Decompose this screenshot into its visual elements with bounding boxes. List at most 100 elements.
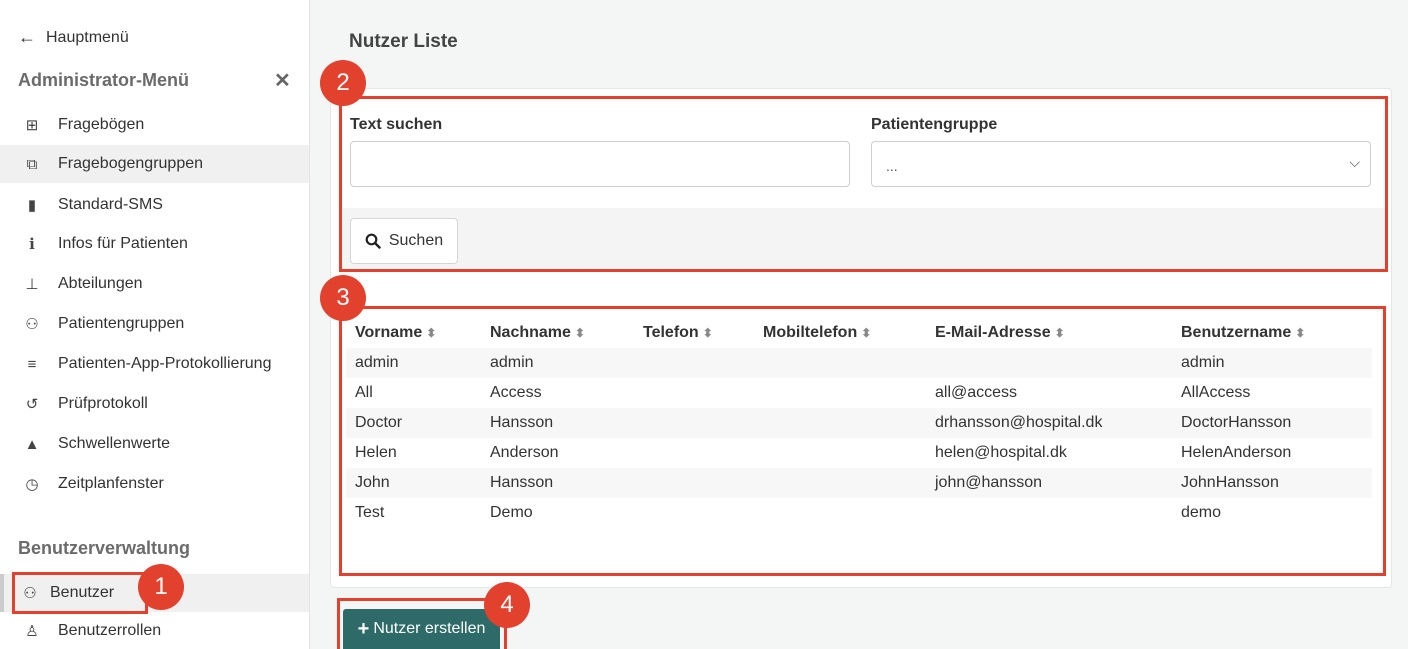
cell-email: drhansson@hospital.dk [935,414,1103,431]
column-header-vorname[interactable]: Vorname ⬍ [346,317,481,348]
org-chart-icon: ⊥ [25,276,39,293]
table-row[interactable]: John Hansson john@hansson JohnHansson [346,468,1372,498]
column-header-nachname[interactable]: Nachname ⬍ [481,317,634,348]
users-table: Vorname ⬍ Nachname ⬍ Telefon ⬍ Mobiltelefon… [346,317,1372,528]
cell-benutzername: HelenAnderson [1181,444,1292,461]
sidebar-item-label: Benutzerrollen [58,622,162,639]
cell-telefon [634,348,754,378]
sidebar-item-fragebogengruppen[interactable]: ⧉ Fragebogengruppen [0,145,309,183]
cell-telefon [634,408,754,438]
cell-mobiltelefon [754,408,926,438]
cell-nachname: Hansson [490,474,554,491]
sort-icon: ⬍ [426,325,437,340]
sidebar-item-label: Standard-SMS [58,196,163,213]
search-icon [365,233,381,249]
column-header-mobiltelefon[interactable]: Mobiltelefon ⬍ [754,317,926,348]
table-row[interactable]: All Access all@access AllAccess [346,378,1372,408]
info-icon: i [29,235,35,253]
create-user-label: Nutzer erstellen [373,620,486,637]
table-row[interactable]: Test Demo demo [346,498,1372,528]
sidebar-item-label: Abteilungen [58,275,143,292]
sidebar-item-label: Patienten-App-Protokollierung [58,355,272,372]
table-row[interactable]: admin admin admin [346,348,1372,378]
cell-nachname: Hansson [490,414,554,431]
cell-email: john@hansson [935,474,1042,491]
annotation-badge-4: 4 [484,582,530,628]
sidebar-item-patientengruppen[interactable]: ⚇ Patientengruppen [0,305,309,343]
search-text-label: Text suchen [350,116,443,133]
search-button[interactable]: Suchen [350,218,458,264]
file-plus-icon: ⊞ [25,117,39,134]
cell-mobiltelefon [754,498,926,528]
arrow-left-icon: ← [18,27,36,47]
column-header-telefon[interactable]: Telefon ⬍ [634,317,754,348]
user-role-icon: ♙ [25,623,39,640]
search-input[interactable] [350,141,850,187]
sidebar-item-zeitplanfenster[interactable]: ◷ Zeitplanfenster [0,465,309,503]
cell-benutzername: DoctorHansson [1181,414,1292,431]
cell-mobiltelefon [754,438,926,468]
sidebar-item-label: Benutzer [50,584,115,601]
cell-mobiltelefon [754,468,926,498]
sidebar-item-patienten-app-protokollierung[interactable]: ≡ Patienten-App-Protokollierung [0,345,309,383]
history-icon: ↺ [25,396,39,413]
sidebar-item-abteilungen[interactable]: ⊥ Abteilungen [0,265,309,303]
sidebar-item-label: Patientengruppen [58,315,185,332]
sidebar-item-label: Prüfprotokoll [58,395,148,412]
cell-email: all@access [935,384,1018,401]
sidebar: ← Hauptmenü Administrator-Menü ✕ ⊞ Frage… [0,0,310,649]
sidebar-item-infos-fuer-patienten[interactable]: i Infos für Patienten [0,225,309,263]
sort-icon: ⬍ [861,325,872,340]
sidebar-item-label: Zeitplanfenster [58,475,164,492]
annotation-badge-2: 2 [320,60,366,106]
user-management-title: Benutzerverwaltung [18,538,191,558]
admin-menu-title: Administrator-Menü [18,70,189,90]
list-icon: ≡ [27,355,37,373]
cell-email [926,498,1172,528]
search-button-label: Suchen [388,232,444,249]
sidebar-item-label: Fragebögen [58,116,145,133]
column-header-email[interactable]: E-Mail-Adresse ⬍ [926,317,1172,348]
search-actions-bar [341,208,1387,270]
cell-benutzername: AllAccess [1181,384,1251,401]
cell-telefon [634,498,754,528]
plus-icon: + [357,617,370,640]
table-row[interactable]: Helen Anderson helen@hospital.dk HelenAn… [346,438,1372,468]
table-row[interactable]: Doctor Hansson drhansson@hospital.dk Doc… [346,408,1372,438]
cell-telefon [634,438,754,468]
patient-group-label: Patientengruppe [871,116,998,133]
sidebar-item-standard-sms[interactable]: ▮ Standard-SMS [0,186,309,224]
cell-nachname: Demo [490,504,533,521]
cell-benutzername: JohnHansson [1181,474,1279,491]
clock-icon: ◷ [25,476,39,493]
sidebar-item-frageboegen[interactable]: ⊞ Fragebögen [0,106,309,144]
sidebar-item-benutzerrollen[interactable]: ♙ Benutzerrollen [0,612,309,649]
sidebar-item-label: Fragebogengruppen [58,155,204,172]
sort-icon: ⬍ [574,325,585,340]
cell-email: helen@hospital.dk [935,444,1067,461]
sort-icon: ⬍ [702,325,713,340]
cell-vorname: admin [355,354,399,371]
group-settings-icon: ⚇ [25,316,39,333]
annotation-badge-3: 3 [320,275,366,321]
annotation-badge-1: 1 [138,564,184,610]
chevron-down-icon: ⌵ [1349,154,1360,170]
create-user-button[interactable]: + Nutzer erstellen [343,609,500,649]
cell-telefon [634,468,754,498]
cell-nachname: Anderson [490,444,559,461]
cell-benutzername: admin [1181,354,1225,371]
sidebar-item-schwellenwerte[interactable]: ▲ Schwellenwerte [0,425,309,463]
close-icon[interactable]: ✕ [274,68,291,93]
back-label: Hauptmenü [46,28,129,46]
sidebar-item-pruefprotokoll[interactable]: ↺ Prüfprotokoll [0,385,309,423]
cell-vorname: Helen [355,444,397,461]
sidebar-item-label: Schwellenwerte [58,435,171,452]
column-header-benutzername[interactable]: Benutzername ⬍ [1172,317,1372,348]
cell-benutzername: demo [1181,504,1222,521]
cell-mobiltelefon [754,348,926,378]
users-icon: ⚇ [23,585,37,602]
cell-email [926,348,1172,378]
back-to-main-menu-link[interactable]: ← Hauptmenü [18,27,129,48]
sidebar-item-label: Infos für Patienten [58,235,188,252]
patient-group-select[interactable]: ... ⌵ [871,141,1371,187]
